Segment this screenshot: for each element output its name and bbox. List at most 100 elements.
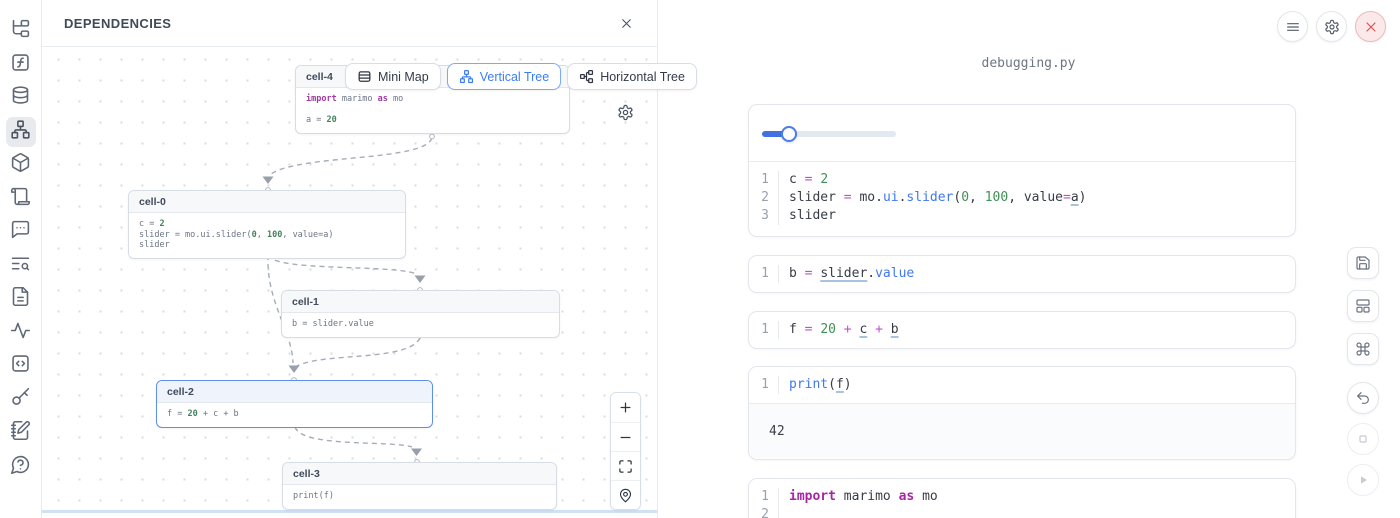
layout-icon (1355, 298, 1371, 314)
cell-code-editor[interactable]: 1print(f) (749, 367, 1295, 403)
fit-view-button[interactable] (611, 451, 640, 480)
dependencies-panel-title: DEPENDENCIES (64, 16, 171, 31)
graph-node-cell-2[interactable]: cell-2f = 20 + c + b (156, 380, 433, 428)
slider-thumb[interactable] (781, 126, 797, 142)
undo-icon (1355, 390, 1371, 406)
helper-icon-rail (0, 0, 42, 518)
code-box-icon (10, 353, 31, 379)
stop-button[interactable] (1347, 423, 1379, 455)
graph-node-code: c = 2slider = mo.ui.slider(0, 100, value… (129, 213, 405, 258)
rail-item-help[interactable] (6, 452, 36, 482)
cell-output-area (749, 105, 1295, 162)
box-icon (10, 152, 31, 178)
code-line: 2 (749, 506, 1295, 518)
dependencies-panel-header: DEPENDENCIES (42, 0, 657, 47)
graph-settings-button[interactable] (613, 100, 637, 124)
zoom-out-button[interactable] (611, 422, 640, 451)
save-icon (1355, 255, 1371, 271)
command-icon (1355, 341, 1371, 357)
code-line: 2slider = mo.ui.slider(0, 100, value=a) (749, 189, 1295, 207)
rail-item-scratchpad[interactable] (6, 418, 36, 448)
close-x-icon (1363, 19, 1379, 35)
notebook-cell-cell-2: 1f = 20 + c + b (748, 311, 1296, 349)
file-tree-icon (10, 18, 31, 44)
rail-item-variables[interactable] (6, 50, 36, 80)
gear-icon (1324, 19, 1340, 35)
line-number: 2 (749, 506, 779, 518)
zoom-in-button[interactable] (611, 393, 640, 422)
notebook-pen-icon (10, 420, 31, 446)
rail-item-documentation[interactable] (6, 284, 36, 314)
code-line: 1c = 2 (749, 171, 1295, 189)
cell-code-editor[interactable]: 1b = slider.value (749, 256, 1295, 292)
vertical-tree-button[interactable]: Vertical Tree (447, 63, 561, 90)
rail-item-snippets[interactable] (6, 351, 36, 381)
notebook-filename: debugging.py (657, 56, 1400, 71)
rail-item-tracing[interactable] (6, 318, 36, 348)
cell-code-editor[interactable]: 1f = 20 + c + b (749, 312, 1295, 348)
line-number: 1 (749, 376, 779, 394)
database-icon (10, 85, 31, 111)
undo-button[interactable] (1347, 382, 1379, 414)
line-number: 3 (749, 207, 779, 225)
plus-icon (618, 400, 633, 415)
slider-track[interactable] (762, 131, 896, 137)
close-panel-button[interactable] (615, 12, 637, 34)
mini-map-button[interactable]: Mini Map (345, 63, 441, 90)
line-number: 1 (749, 171, 779, 189)
cell-code-editor[interactable]: 1c = 22slider = mo.ui.slider(0, 100, val… (749, 162, 1295, 234)
horizontal-tree-button[interactable]: Horizontal Tree (567, 63, 697, 90)
line-number: 1 (749, 321, 779, 339)
notebook-cell-cell-0: 1c = 22slider = mo.ui.slider(0, 100, val… (748, 104, 1296, 237)
rail-item-chat[interactable] (6, 217, 36, 247)
graph-node-title: cell-1 (282, 291, 559, 313)
code-line: 1import marimo as mo (749, 488, 1295, 506)
square-function-icon (10, 52, 31, 78)
run-button[interactable] (1347, 464, 1379, 496)
button-label: Horizontal Tree (600, 70, 685, 84)
cell-code-editor[interactable]: 1import marimo as mo2 (749, 479, 1295, 518)
graph-node-cell-0[interactable]: cell-0c = 2slider = mo.ui.slider(0, 100,… (128, 190, 406, 259)
locate-button[interactable] (611, 480, 640, 509)
rail-item-data-sources[interactable] (6, 83, 36, 113)
tree-vertical-icon (459, 69, 474, 84)
shutdown-button[interactable] (1355, 11, 1386, 42)
save-button[interactable] (1347, 247, 1379, 279)
graph-node-code: print(f) (283, 485, 556, 509)
keyboard-shortcuts-button[interactable] (1347, 333, 1379, 365)
notebook-cell-cell-3: 1print(f)42 (748, 366, 1296, 460)
layout-button[interactable] (1347, 290, 1379, 322)
graph-node-cell-3[interactable]: cell-3print(f) (282, 462, 557, 510)
rail-item-secrets[interactable] (6, 385, 36, 415)
graph-node-title: cell-2 (157, 381, 432, 403)
graph-bottom-accent (42, 510, 657, 513)
rail-item-errors[interactable] (6, 251, 36, 281)
pulse-icon (10, 320, 31, 346)
menu-button[interactable] (1277, 11, 1308, 42)
graph-zoom-controls (610, 392, 641, 510)
maximize-icon (618, 459, 633, 474)
tree-horizontal-icon (579, 69, 594, 84)
code-line: 1b = slider.value (749, 265, 1295, 283)
graph-node-code: f = 20 + c + b (157, 403, 432, 427)
code-line: 1print(f) (749, 376, 1295, 394)
rail-item-packages[interactable] (6, 150, 36, 180)
file-text-icon (10, 286, 31, 312)
network-icon (10, 119, 31, 145)
rail-item-dependencies[interactable] (6, 117, 36, 147)
rail-item-logs[interactable] (6, 184, 36, 214)
line-number: 1 (749, 488, 779, 506)
marimo-app: DEPENDENCIES cell-4import marimo as moa … (0, 0, 1400, 518)
settings-button[interactable] (1316, 11, 1347, 42)
graph-node-cell-1[interactable]: cell-1b = slider.value (281, 290, 560, 338)
rail-item-file-explorer[interactable] (6, 16, 36, 46)
stop-icon (1355, 431, 1371, 447)
button-label: Mini Map (378, 70, 429, 84)
line-number: 1 (749, 265, 779, 283)
map-pin-icon (618, 488, 633, 503)
minus-icon (618, 430, 633, 445)
rows-icon (357, 69, 372, 84)
key-icon (10, 387, 31, 413)
graph-node-code: b = slider.value (282, 313, 559, 337)
notebook-cell-cell-4: 1import marimo as mo2 (748, 478, 1296, 518)
